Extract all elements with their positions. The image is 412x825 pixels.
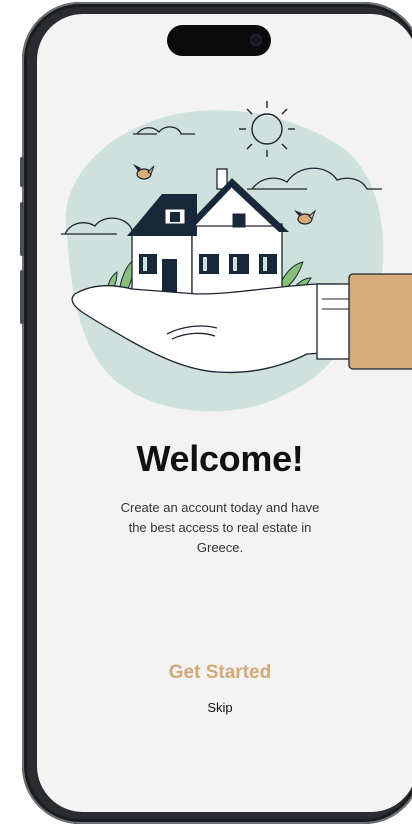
action-button: [20, 157, 24, 187]
volume-down-button: [20, 270, 24, 324]
dynamic-island: [167, 25, 271, 56]
welcome-title: Welcome!: [136, 438, 304, 479]
camera-icon: [250, 34, 262, 46]
onboarding-screen: Welcome! Create an account today and hav…: [37, 14, 412, 812]
welcome-subtitle: Create an account today and have the bes…: [120, 500, 320, 555]
house-in-hand-illustration: [61, 101, 412, 412]
sleeve-icon: [316, 273, 412, 370]
volume-up-button: [20, 202, 24, 256]
get-started-button[interactable]: Get Started: [130, 662, 310, 684]
skip-button[interactable]: Skip: [180, 700, 260, 715]
